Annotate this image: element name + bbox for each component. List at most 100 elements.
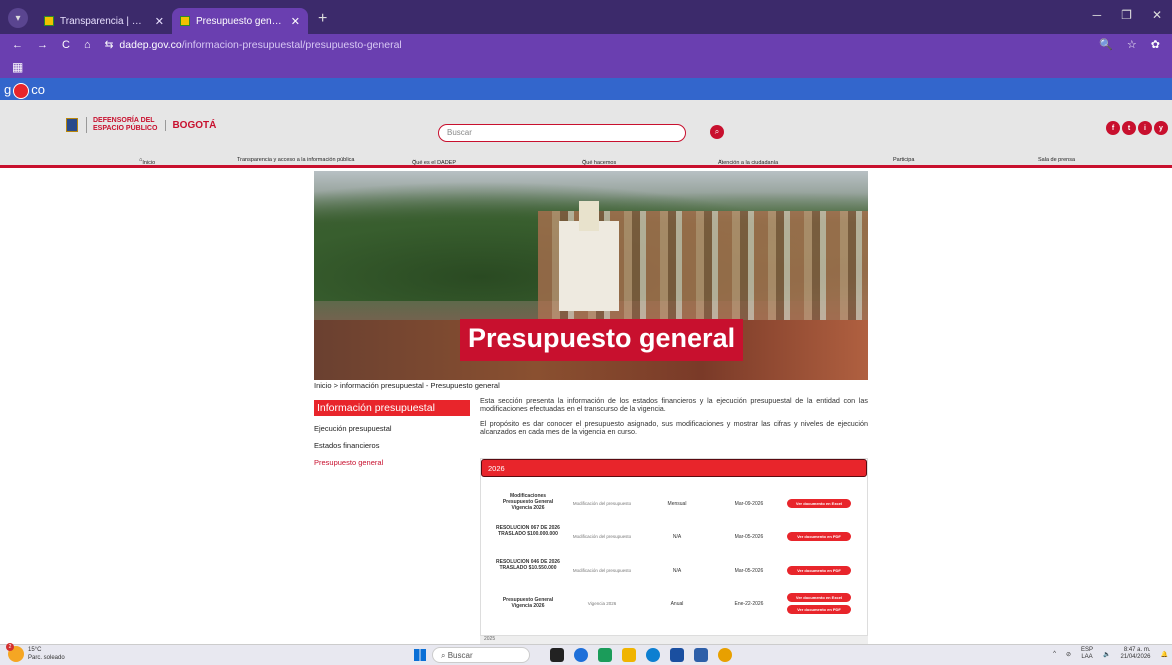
nav-item-transparencia[interactable]: Transparencia y acceso a la información … [237,157,355,163]
url-field[interactable]: ⇆ dadep.gov.co/informacion-presupuestal/… [105,39,402,51]
doc-date: Mar-05-2026 [734,534,764,540]
close-tab-icon[interactable]: ✕ [155,15,164,28]
gov-co-bar: g co [0,78,1172,100]
facebook-icon[interactable]: f [1106,121,1120,135]
doc-type: Vigencia 2026 [587,601,617,606]
hero-title: Presupuesto general [460,319,744,361]
church-image [559,201,619,311]
doc-frequency: Mensual [667,501,687,507]
taskbar-search[interactable]: ⌕ Buscar [432,647,530,663]
table-row: Modificaciones Presupuesto General Vigen… [481,489,867,525]
restore-icon[interactable]: ❐ [1121,8,1132,22]
clock[interactable]: 8:47 a. m. 21/04/2026 [1120,647,1150,661]
doc-type: Modificación del presupuesto [572,568,632,573]
bookmarks-bar: ▦ [0,56,1172,78]
breadcrumb[interactable]: Inicio > información presupuestal - Pres… [314,381,500,390]
nav-item-que-hacemos[interactable]: Qué hacemos ⌄ [582,157,616,166]
taskbar-apps [550,648,732,662]
store-icon[interactable] [670,648,684,662]
accessibility-icon[interactable] [13,83,30,99]
minimize-icon[interactable]: ─ [1093,8,1102,22]
year-header[interactable]: 2026 [481,459,867,477]
new-tab-icon[interactable]: + [318,10,327,28]
tab-transparencia[interactable]: Transparencia | Departamento · ✕ [36,8,172,34]
zoom-icon[interactable]: 🔍 [1099,38,1113,51]
close-tab-icon[interactable]: ✕ [291,15,300,28]
copilot-icon[interactable] [574,648,588,662]
nav-item-atencion[interactable]: Atención a la ciudadanía ⌄ [718,157,778,166]
hero-banner: Presupuesto general [314,171,868,380]
lang-code[interactable]: ESP [1081,647,1093,653]
youtube-icon[interactable]: y [1154,121,1168,135]
view-pdf-button[interactable]: Ver documento en PDF [787,605,851,614]
sidebar-item-ejecucion[interactable]: Ejecución presupuestal [314,424,470,433]
edge-icon[interactable] [646,648,660,662]
tab-label: Transparencia | Departamento · [60,15,149,27]
sidebar-item-estados[interactable]: Estados financieros [314,441,470,450]
search-icon[interactable]: ⌕ [710,125,724,139]
temperature: 15°C [28,647,42,653]
intro-paragraph-2: El propósito es dar conocer el presupues… [480,418,868,437]
date: 21/04/2026 [1120,654,1151,660]
task-view-icon[interactable] [550,648,564,662]
table-row: Presupuesto General Vigencia 2026 Vigenc… [481,591,867,627]
apps-grid-icon[interactable]: ▦ [12,60,23,74]
social-links: f t i y [1106,121,1168,135]
windows-taskbar: 2 15°C Parc. soleado ⌕ Buscar ^ ⊘ ESP LAA … [0,643,1172,665]
nav-item-inicio[interactable]: ⌂ Inicio [139,157,155,166]
address-bar: ← → C ⌂ ⇆ dadep.gov.co/informacion-presu… [0,34,1172,56]
nav-item-que-es[interactable]: Qué es el DADEP ⌄ [412,157,456,166]
defensoria-logo: DEFENSORÍA DEL ESPACIO PÚBLICO [86,117,157,133]
doc-frequency: N/A [672,568,682,574]
notifications-icon[interactable]: 🔔 [1161,651,1168,658]
network-icon[interactable]: ⊘ [1066,651,1071,658]
doc-date: Ene-22-2026 [734,601,764,607]
favicon-icon [44,16,54,26]
sidebar-item-presupuesto[interactable]: Presupuesto general [314,458,470,467]
system-tray: ^ ⊘ ESP LAA 🔈 8:47 a. m. 21/04/2026 🔔 [1053,647,1168,661]
reload-icon[interactable]: C [62,39,70,51]
year-header-next[interactable]: 2025 [480,636,868,644]
doc-name: RESOLUCION 046 DE 2026 TRASLADO $10.550.… [496,559,560,571]
bookmark-star-icon[interactable]: ☆ [1127,38,1137,51]
windows-start-icon[interactable] [414,649,426,661]
favicon-icon [180,16,190,26]
doc-type: Modificación del presupuesto [572,501,632,506]
close-window-icon[interactable]: ✕ [1152,8,1162,22]
doc-name: Presupuesto General Vigencia 2026 [502,597,554,609]
bogota-logo: BOGOTÁ [165,119,216,131]
nav-item-participa[interactable]: Participa [893,157,914,163]
instagram-icon[interactable]: i [1138,121,1152,135]
file-explorer-icon[interactable] [622,648,636,662]
forward-icon[interactable]: → [37,39,48,51]
home-icon[interactable]: ⌂ [84,39,91,51]
site-logo[interactable]: DEFENSORÍA DEL ESPACIO PÚBLICO BOGOTÁ [66,117,216,133]
twitter-icon[interactable]: t [1122,121,1136,135]
view-pdf-button[interactable]: Ver documento en PDF [787,566,851,575]
weather-widget[interactable]: 2 15°C Parc. soleado [6,643,65,662]
extension-icon[interactable]: ✿ [1151,38,1160,51]
doc-name: Modificaciones Presupuesto General Vigen… [502,493,554,511]
volume-icon[interactable]: 🔈 [1103,651,1110,658]
doc-name: RESOLUCION 067 DE 2026 TRASLADO $100.000… [496,525,560,537]
main-nav: ⌂ Inicio Transparencia y acceso a la inf… [0,154,1172,168]
outlook-icon[interactable] [694,648,708,662]
view-excel-button[interactable]: Ver documento en Excel [787,499,851,508]
nav-label: Inicio [142,160,156,166]
site-info-icon[interactable]: ⇆ [105,39,114,51]
weather-condition: Parc. soleado [28,655,65,661]
tab-search-icon[interactable]: ▾ [8,8,28,28]
tray-chevron-icon[interactable]: ^ [1053,651,1056,657]
taskbar-search-label: Buscar [447,651,473,660]
widgets-icon[interactable] [598,648,612,662]
weather-badge: 2 [6,643,14,651]
time: 8:47 a. m. [1123,647,1151,653]
nav-item-sala-prensa[interactable]: Sala de prensa [1038,157,1075,163]
view-excel-button[interactable]: Ver documento en Excel [787,593,851,602]
chrome-icon[interactable] [718,648,732,662]
back-icon[interactable]: ← [12,39,23,51]
tab-presupuesto[interactable]: Presupuesto general | Departam ✕ [172,8,308,34]
site-search-input[interactable]: Buscar [438,124,686,142]
view-pdf-button[interactable]: Ver documento en PDF [787,532,851,541]
doc-frequency: N/A [672,534,682,540]
